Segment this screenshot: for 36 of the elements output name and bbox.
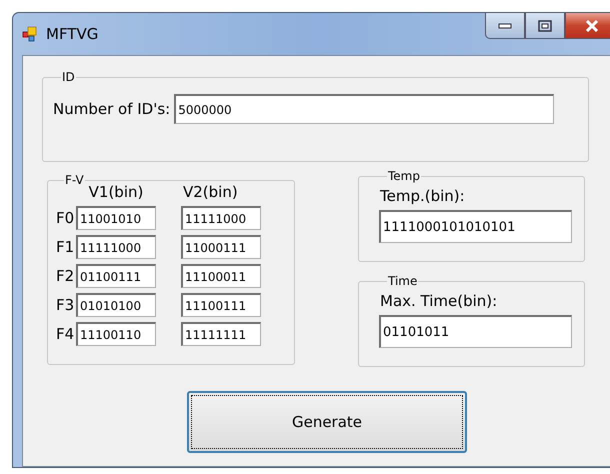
input-field[interactable]: 01100111	[76, 264, 156, 288]
app-icon	[22, 26, 38, 42]
row-label: F1	[56, 238, 76, 256]
group-title: Temp	[387, 169, 421, 183]
input-field[interactable]: 11100011	[181, 264, 261, 288]
field-label: Temp.(bin):	[380, 187, 466, 205]
input-field[interactable]: 11111000	[181, 206, 261, 230]
generate-button[interactable]: Generate	[187, 391, 467, 453]
input-field[interactable]: 1111000101010101	[379, 210, 572, 243]
input-field[interactable]: 11111000	[76, 235, 156, 259]
input-field[interactable]: 11000111	[181, 235, 261, 259]
minimize-button[interactable]	[485, 13, 525, 39]
field-label: Max. Time(bin):	[380, 292, 498, 310]
group-title: ID	[61, 70, 76, 84]
input-field[interactable]: 01101011	[379, 315, 572, 348]
column-header: V2(bin)	[183, 183, 236, 201]
minimize-icon	[498, 22, 512, 28]
group-title: F-V	[64, 173, 85, 187]
window-title: MFTVG	[46, 25, 98, 43]
maximize-button[interactable]	[525, 13, 565, 39]
close-icon	[585, 20, 599, 32]
input-field[interactable]: 11100110	[76, 322, 156, 346]
field-label: Number of ID's:	[53, 100, 170, 118]
maximize-icon	[538, 20, 552, 32]
close-button[interactable]	[565, 13, 610, 39]
row-label: F4	[56, 325, 76, 343]
row-label: F0	[56, 209, 76, 227]
input-field[interactable]: 11111111	[181, 322, 261, 346]
column-header: V1(bin)	[88, 183, 144, 201]
input-field[interactable]: 01010100	[76, 293, 156, 317]
input-field[interactable]: 11100111	[181, 293, 261, 317]
row-label: F2	[56, 267, 76, 285]
group-title: Time	[387, 274, 418, 288]
row-label: F3	[56, 296, 76, 314]
input-field[interactable]: 5000000	[174, 94, 554, 124]
input-field[interactable]: 11001010	[76, 206, 156, 230]
